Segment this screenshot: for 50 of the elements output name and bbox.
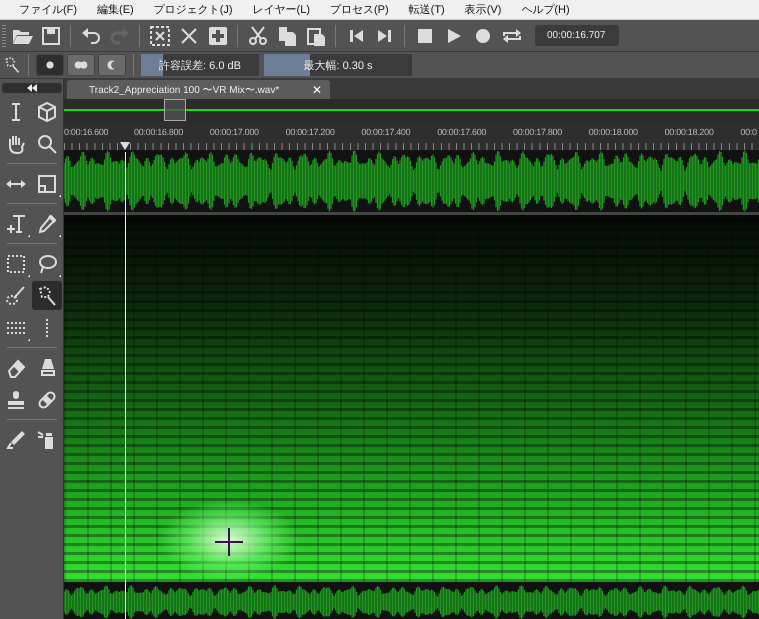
add-icon [206,24,228,46]
pen-icon [5,428,27,450]
square-corner-icon [36,172,58,194]
scissors-icon [246,24,268,46]
stamp-icon [5,388,27,410]
selection-mode-button[interactable] [67,54,95,76]
crosshair-icon [215,528,243,556]
text-tool-icon [5,212,27,234]
slider-field[interactable]: 許容誤差: 6.0 dB [141,54,259,76]
overview-viewport-handle[interactable] [164,99,186,121]
time-label: 00:00:17.800 [512,127,563,139]
collapse-button[interactable] [2,83,62,93]
time-label: 00:0 [740,127,758,139]
magic-wand-tool[interactable] [32,281,62,310]
time-label: 00:00:17.200 [286,127,336,139]
menu-item[interactable]: 転送(T) [404,2,450,17]
selection-mode-button[interactable] [98,54,126,76]
dotted-rectangle-icon [5,252,27,274]
menu-item[interactable]: プロセス(P) [325,2,394,17]
save-icon [40,24,62,46]
lasso-icon [36,252,58,274]
time-display: 00:00:16.707 [535,25,619,46]
time-label: 00:00:18.000 [588,127,639,139]
time-label: 0:00:16.600 [64,127,110,139]
time-label: 00:00:18.200 [664,127,715,139]
bandage-icon [36,388,58,410]
cube-icon [36,100,58,122]
menu-item[interactable]: ヘルプ(H) [516,2,575,17]
search-icon [36,132,58,154]
time-label: 00:00:17.400 [361,127,412,139]
close-button[interactable]: ✕ [312,82,322,96]
magic-wand-icon [36,284,58,306]
menu-item[interactable]: レイヤー(L) [248,2,315,17]
ruler-ticks [64,143,120,150]
time-label: 00:00:16.800 [134,127,184,139]
selection-mode-button[interactable] [36,54,64,76]
dotted-line-icon [45,316,49,338]
brush-icon [5,284,27,306]
file-tab[interactable]: Track2_Appreciation 100 〜VR Mix〜.wav* ✕ [67,80,330,99]
double-left-arrow-icon [26,84,38,92]
time-label: 00:00:17.600 [437,127,488,139]
magic-wand-icon [3,55,21,75]
grip-icon [2,24,6,46]
menu-item[interactable]: 編集(E) [92,2,139,17]
menu-item[interactable]: 表示(V) [460,2,506,17]
eyedropper-icon [36,212,58,234]
menu-item[interactable]: ファイル(F) [14,2,82,17]
menu-item[interactable]: プロジェクト(J) [148,2,238,17]
deselect-icon [148,24,170,46]
time-label: 00:00:17.000 [210,127,260,139]
